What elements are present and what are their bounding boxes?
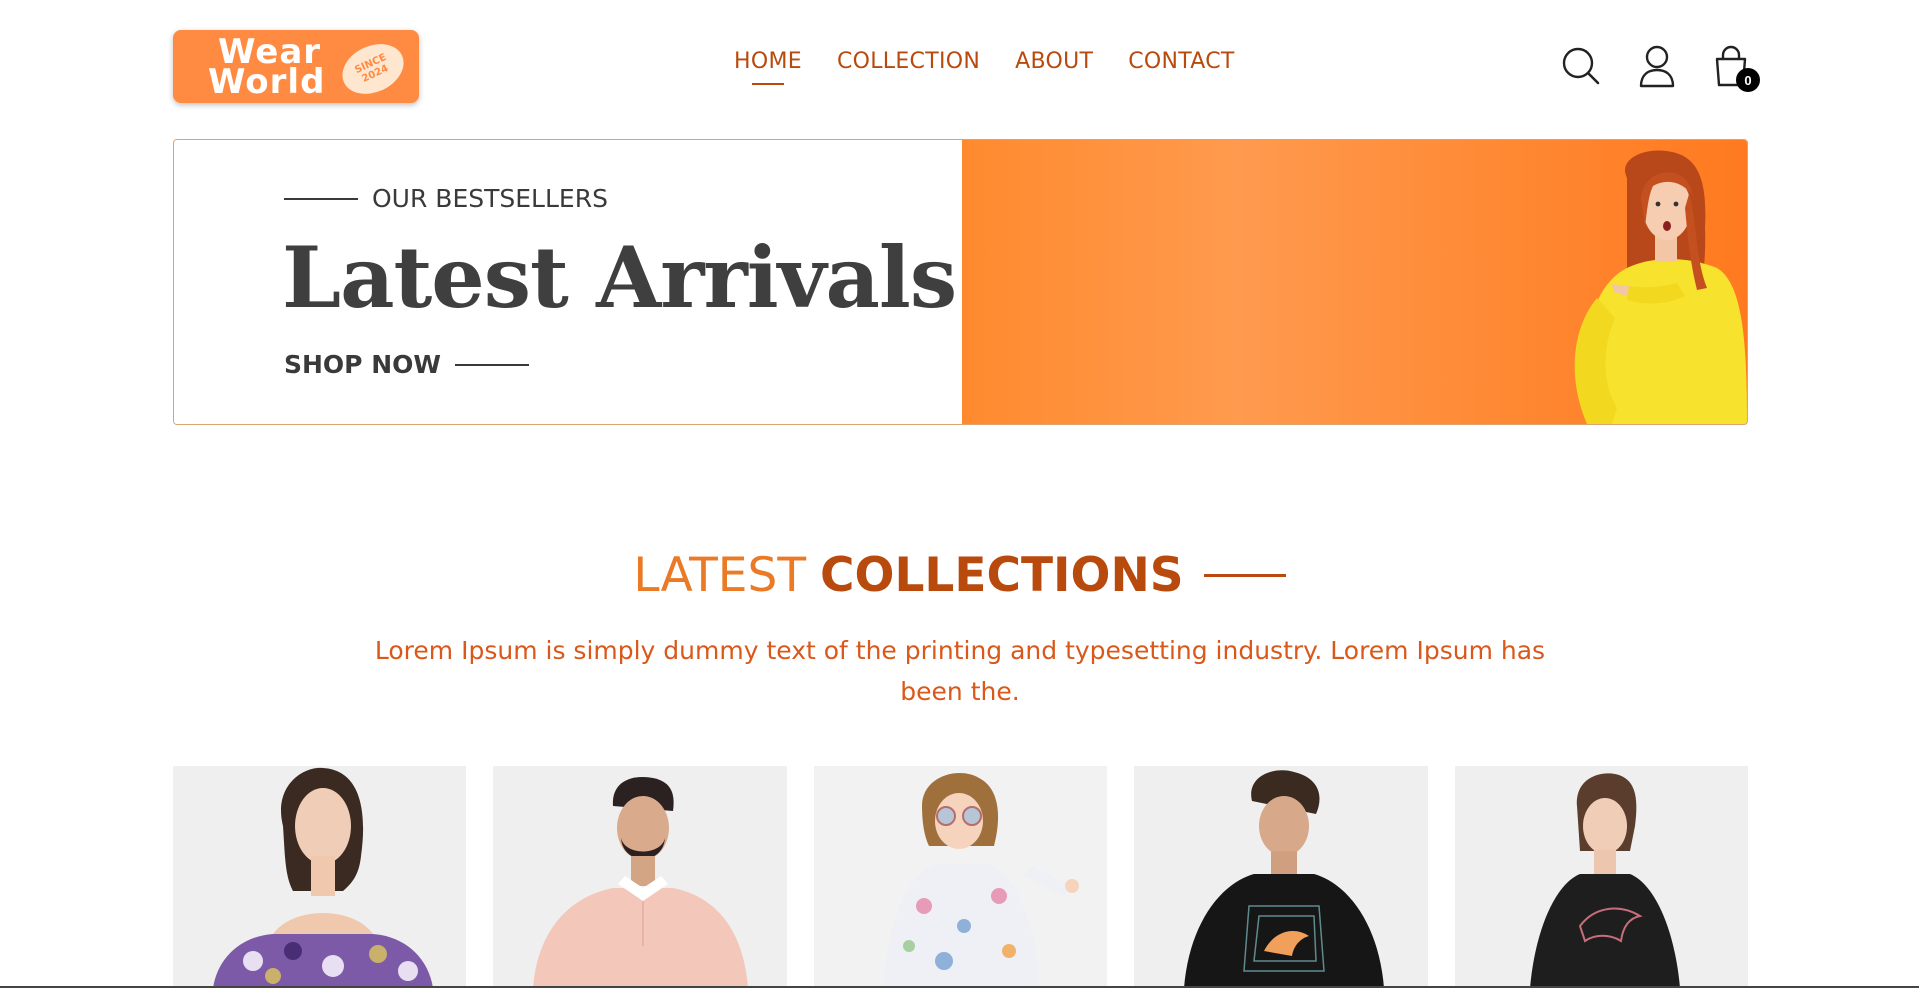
- hero-text-panel: OUR BESTSELLERS Latest Arrivals SHOP NOW: [174, 140, 962, 424]
- product-image-2: [493, 766, 787, 988]
- hero-title: Latest Arrivals: [282, 228, 957, 327]
- eyebrow-line: [284, 197, 358, 200]
- main-nav: HOME COLLECTION ABOUT CONTACT: [734, 49, 1235, 85]
- hero-image-panel: [962, 140, 1747, 424]
- section-title: LATEST COLLECTIONS: [0, 548, 1919, 603]
- product-card-1[interactable]: [173, 766, 467, 988]
- shop-now-line: [454, 363, 529, 366]
- product-image-3: [813, 766, 1108, 988]
- hero-eyebrow-text: OUR BESTSELLERS: [372, 184, 608, 213]
- product-card-3[interactable]: [813, 766, 1108, 988]
- user-icon: [1639, 45, 1675, 88]
- hero-eyebrow: OUR BESTSELLERS: [284, 184, 608, 213]
- nav-home[interactable]: HOME: [734, 49, 802, 85]
- cart-button[interactable]: 0: [1710, 44, 1760, 92]
- nav-contact[interactable]: CONTACT: [1128, 49, 1234, 74]
- search-button[interactable]: [1560, 44, 1602, 88]
- product-image-1: [173, 766, 467, 988]
- product-image-5: [1454, 766, 1749, 988]
- profile-button[interactable]: [1636, 44, 1678, 88]
- product-image-4: [1134, 766, 1428, 988]
- logo-text-world: World: [208, 62, 326, 102]
- shop-now-label: SHOP NOW: [284, 350, 441, 379]
- section-title-part2: COLLECTIONS: [820, 548, 1184, 603]
- nav-collection[interactable]: COLLECTION: [837, 49, 980, 74]
- product-card-4[interactable]: [1134, 766, 1428, 988]
- hero-model-image: [1574, 150, 1747, 424]
- hero-banner: OUR BESTSELLERS Latest Arrivals SHOP NOW: [173, 139, 1748, 425]
- product-card-5[interactable]: [1454, 766, 1749, 988]
- cart-count-badge: 0: [1736, 68, 1760, 92]
- section-description: Lorem Ipsum is simply dummy text of the …: [374, 636, 1546, 706]
- brand-logo[interactable]: Wear World SINCE 2024: [173, 30, 419, 104]
- section-title-part1: LATEST: [633, 548, 807, 603]
- section-title-line: [1203, 574, 1286, 577]
- search-icon: [1562, 47, 1600, 85]
- shop-now-link[interactable]: SHOP NOW: [284, 350, 529, 379]
- logo-since-badge: SINCE 2024: [334, 34, 412, 104]
- nav-about[interactable]: ABOUT: [1015, 49, 1093, 74]
- product-grid: [173, 766, 1749, 988]
- product-card-2[interactable]: [493, 766, 787, 988]
